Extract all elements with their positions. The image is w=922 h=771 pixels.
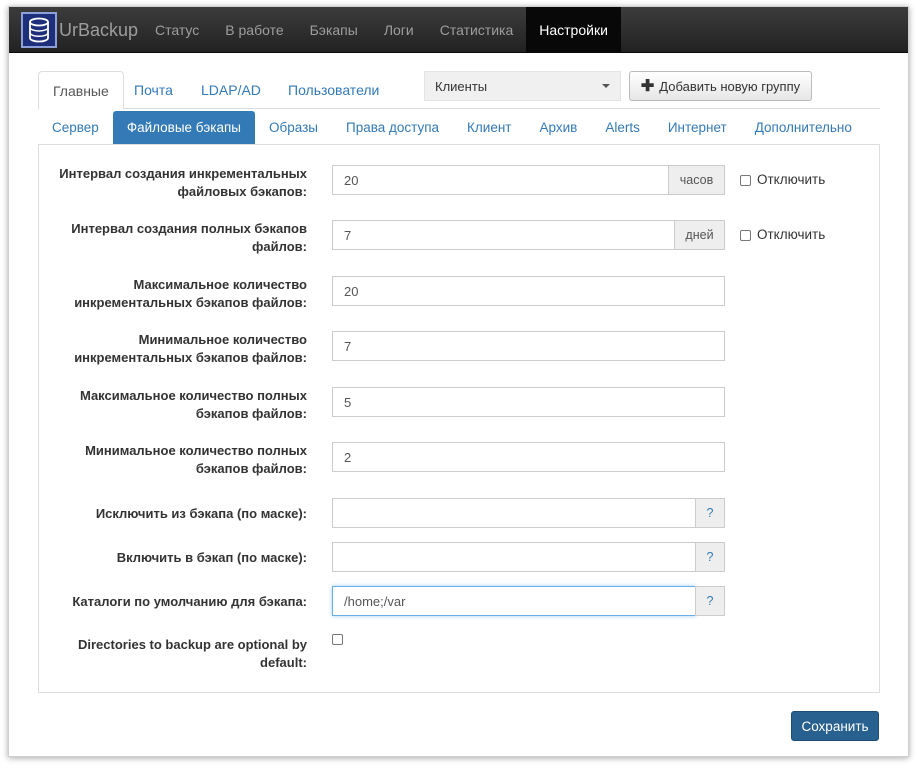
exclude-label: Исключить из бэкапа (по маске): <box>95 506 307 521</box>
settings-tabs: Главные Почта LDAP/AD Пользователи Клиен… <box>38 71 880 110</box>
min-incr-label-line2: инкрементальных бэкапов файлов: <box>74 350 307 365</box>
settings-subtabs: Сервер Файловые бэкапы Образы Права дост… <box>38 111 880 144</box>
full-interval-disable-label: Отключить <box>757 227 826 242</box>
save-button[interactable]: Сохранить <box>791 711 879 741</box>
brand-name: UrBackup <box>59 19 139 40</box>
subtab-internet[interactable]: Интернет <box>654 111 741 144</box>
client-group-value: Клиенты <box>435 78 488 94</box>
default-dirs-input[interactable]: /home;/var <box>332 586 696 616</box>
include-help-button[interactable]: ? <box>695 542 725 572</box>
full-interval-disable-checkbox[interactable] <box>740 230 751 241</box>
database-logo-icon <box>21 12 57 48</box>
max-full-input[interactable]: 5 <box>332 387 725 417</box>
top-navbar: UrBackup Статус В работе Бэкапы Логи Ста… <box>9 7 908 53</box>
incr-interval-unit: часов <box>668 165 725 195</box>
default-dirs-help-button[interactable]: ? <box>695 586 725 616</box>
max-incr-label-line1: Максимальное количество <box>133 277 307 292</box>
max-incr-label: Максимальное количество инкрементальных … <box>39 276 307 312</box>
subtab-advanced[interactable]: Дополнительно <box>741 111 866 144</box>
subtab-images[interactable]: Образы <box>255 111 332 144</box>
optional-dirs-label-line2: default: <box>260 655 307 670</box>
caret-down-icon <box>602 84 610 88</box>
subtab-client[interactable]: Клиент <box>453 111 525 144</box>
incr-interval-label-line2: файловых бэкапов: <box>177 184 307 199</box>
subtab-permissions[interactable]: Права доступа <box>332 111 453 144</box>
incr-interval-label: Интервал создания инкрементальных файлов… <box>39 165 307 201</box>
min-incr-input[interactable]: 7 <box>332 331 725 361</box>
full-interval-label-line2: файлов: <box>252 239 307 254</box>
nav-statistics[interactable]: Статистика <box>427 7 527 53</box>
optional-dirs-label-line1: Directories to backup are optional by <box>78 637 307 652</box>
nav-in-progress[interactable]: В работе <box>212 7 296 53</box>
incr-interval-input[interactable]: 20 <box>332 165 669 195</box>
optional-dirs-label: Directories to backup are optional by de… <box>39 636 307 672</box>
full-interval-unit: дней <box>674 220 725 250</box>
incr-interval-disable-label: Отключить <box>757 172 826 187</box>
nav-settings[interactable]: Настройки <box>526 7 621 53</box>
exclude-help-button[interactable]: ? <box>695 498 725 528</box>
subtab-server[interactable]: Сервер <box>38 111 113 144</box>
tab-users[interactable]: Пользователи <box>274 71 393 109</box>
full-interval-label-line1: Интервал создания полных бэкапов <box>71 221 307 236</box>
include-label: Включить в бэкап (по маске): <box>116 550 307 565</box>
full-interval-label: Интервал создания полных бэкапов файлов: <box>39 220 307 256</box>
exclude-input[interactable] <box>332 498 696 528</box>
brand[interactable]: UrBackup <box>21 7 138 53</box>
min-full-label: Минимальное количество полных бэкапов фа… <box>39 442 307 478</box>
max-full-label: Максимальное количество полных бэкапов ф… <box>39 387 307 423</box>
tab-general[interactable]: Главные <box>38 71 124 110</box>
optional-dirs-checkbox[interactable] <box>332 634 343 645</box>
app-window: UrBackup Статус В работе Бэкапы Логи Ста… <box>8 6 909 757</box>
add-group-label: Добавить новую группу <box>659 78 801 94</box>
tab-mail[interactable]: Почта <box>120 71 187 109</box>
plus-icon: ✚ <box>640 78 655 95</box>
min-full-input[interactable]: 2 <box>332 442 725 472</box>
subtab-file-backups[interactable]: Файловые бэкапы <box>112 111 255 144</box>
nav-logs[interactable]: Логи <box>371 7 427 53</box>
min-incr-label-line1: Минимальное количество <box>138 332 307 347</box>
incr-interval-label-line1: Интервал создания инкрементальных <box>59 166 307 181</box>
include-input[interactable] <box>332 542 696 572</box>
max-full-label-line2: бэкапов файлов: <box>195 406 307 421</box>
default-dirs-label: Каталоги по умолчанию для бэкапа: <box>72 594 307 609</box>
max-incr-input[interactable]: 20 <box>332 276 725 306</box>
nav-backups[interactable]: Бэкапы <box>297 7 371 53</box>
tab-ldap[interactable]: LDAP/AD <box>187 71 275 109</box>
min-full-label-line1: Минимальное количество полных <box>85 443 307 458</box>
file-backup-settings-form: Интервал создания инкрементальных файлов… <box>38 144 880 693</box>
max-incr-label-line2: инкрементальных бэкапов файлов: <box>74 295 307 310</box>
min-incr-label: Минимальное количество инкрементальных б… <box>39 331 307 367</box>
full-interval-input[interactable]: 7 <box>332 220 675 250</box>
subtab-archive[interactable]: Архив <box>525 111 591 144</box>
incr-interval-disable-checkbox[interactable] <box>740 175 751 186</box>
client-group-select[interactable]: Клиенты <box>424 71 621 101</box>
min-full-label-line2: бэкапов файлов: <box>195 461 307 476</box>
max-full-label-line1: Максимальное количество полных <box>79 388 307 403</box>
main-nav: Статус В работе Бэкапы Логи Статистика Н… <box>142 7 621 53</box>
subtab-alerts[interactable]: Alerts <box>591 111 654 144</box>
add-group-button[interactable]: ✚ Добавить новую группу <box>629 71 812 101</box>
nav-status[interactable]: Статус <box>142 7 212 53</box>
